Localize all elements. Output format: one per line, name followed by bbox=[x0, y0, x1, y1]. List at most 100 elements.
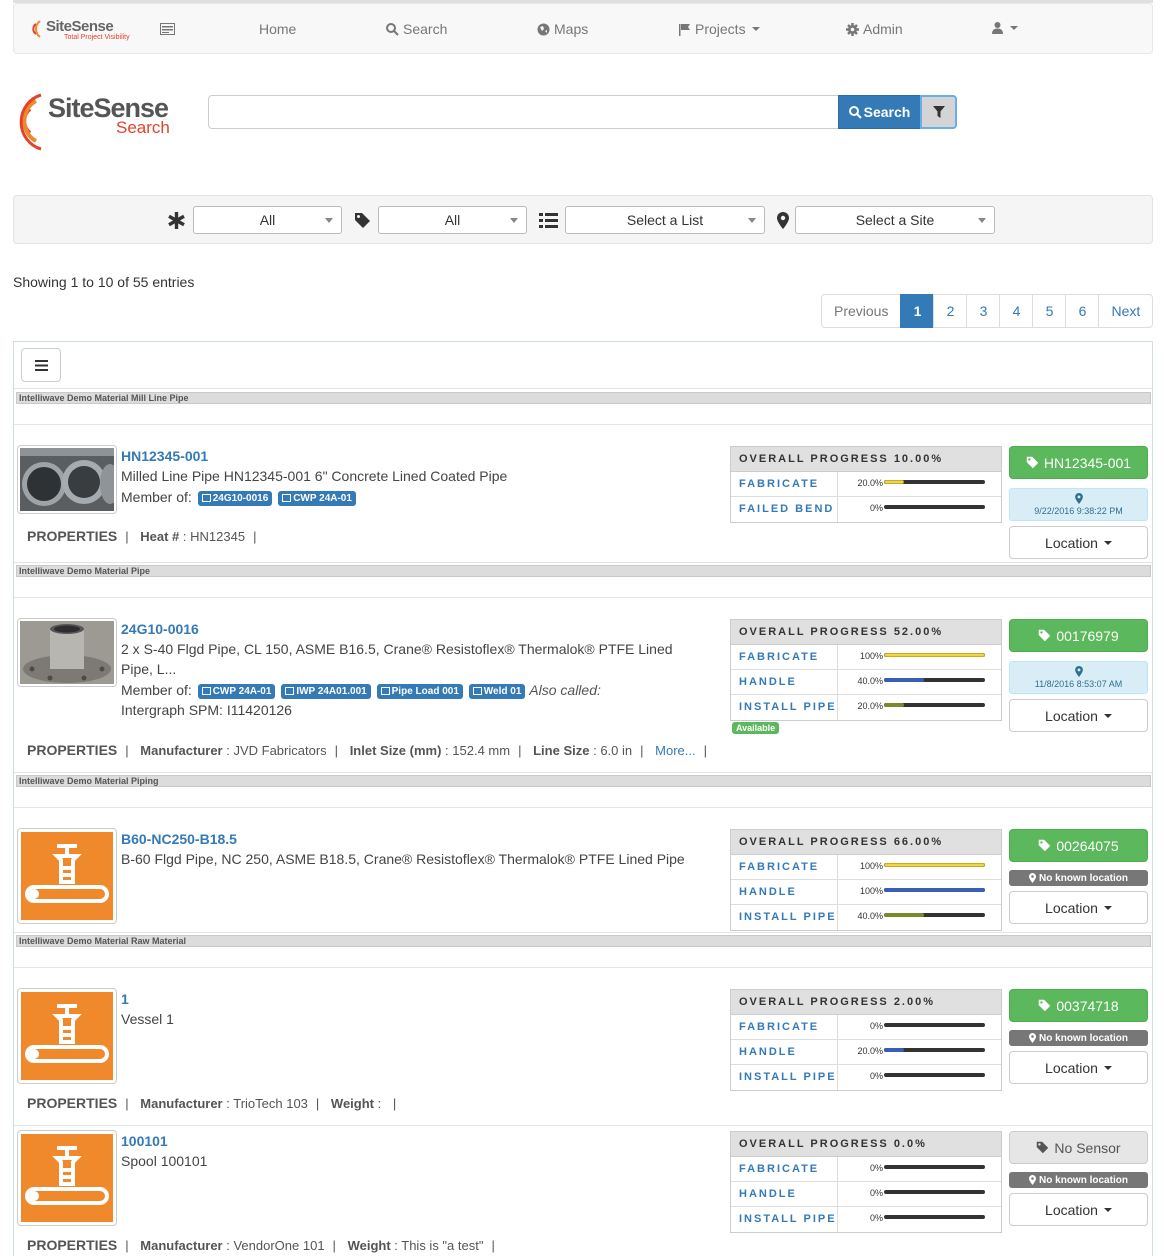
item-thumbnail[interactable] bbox=[17, 445, 120, 514]
list-filter-value: Select a List bbox=[626, 212, 704, 228]
tag-icon bbox=[1026, 456, 1039, 469]
properties-line: PROPERTIES | Manufacturer : VendorOne 101… bbox=[27, 1237, 495, 1253]
group-header: Intelliwave Demo Material Piping bbox=[16, 775, 1151, 787]
membership-tag[interactable]: CWP 24A-01 bbox=[197, 684, 276, 699]
filter-bar: All All Select a List Select a Site bbox=[13, 195, 1153, 244]
item-id-link[interactable]: 1 bbox=[121, 991, 129, 1007]
nav-maps[interactable]: Maps bbox=[537, 21, 588, 37]
membership-tag[interactable]: Weld 01 bbox=[468, 684, 526, 699]
tag-filter-select[interactable]: All bbox=[378, 206, 527, 234]
sensor-tag-button[interactable]: 00176979 bbox=[1009, 619, 1148, 652]
item-thumbnail[interactable] bbox=[17, 988, 117, 1084]
page-6[interactable]: 6 bbox=[1065, 294, 1100, 328]
search-input[interactable] bbox=[208, 95, 839, 129]
valve-icon bbox=[21, 992, 113, 1080]
nav-user-menu[interactable] bbox=[991, 21, 1018, 34]
page-previous[interactable]: Previous bbox=[821, 294, 902, 328]
location-button-label: Location bbox=[1045, 899, 1098, 916]
location-dropdown-button[interactable]: Location bbox=[1009, 891, 1148, 924]
navbar-logo[interactable]: SiteSense Total Project Visibility bbox=[32, 17, 142, 43]
location-dropdown-button[interactable]: Location bbox=[1009, 1193, 1148, 1226]
list-filter-select[interactable]: Select a List bbox=[565, 206, 765, 234]
location-dropdown-button[interactable]: Location bbox=[1009, 699, 1148, 732]
membership-tag[interactable]: Pipe Load 001 bbox=[376, 684, 463, 699]
chevron-down-icon bbox=[1010, 25, 1018, 30]
search-button-label: Search bbox=[863, 104, 911, 120]
item-id-link[interactable]: 100101 bbox=[121, 1133, 168, 1149]
row-divider bbox=[14, 772, 1152, 773]
item-thumbnail[interactable] bbox=[17, 618, 117, 687]
chevron-down-icon bbox=[510, 218, 518, 223]
progress-fill bbox=[884, 863, 985, 867]
last-location-info[interactable]: 11/8/2016 8:53:07 AM bbox=[1009, 661, 1148, 694]
properties-label: PROPERTIES bbox=[27, 742, 118, 758]
membership-tag-label: Pipe Load 001 bbox=[391, 686, 459, 697]
site-filter-select[interactable]: Select a Site bbox=[795, 206, 995, 234]
membership-tag-label: 24G10-0016 bbox=[212, 493, 269, 504]
progress-row: INSTALL PIPE 0% bbox=[731, 1207, 1001, 1232]
progress-step-value: 0% bbox=[869, 1021, 883, 1031]
location-dropdown-button[interactable]: Location bbox=[1009, 526, 1148, 559]
group-header: Intelliwave Demo Material Mill Line Pipe bbox=[16, 392, 1151, 404]
nav-projects[interactable]: Projects bbox=[678, 21, 760, 37]
chevron-down-icon bbox=[1103, 1207, 1112, 1212]
map-marker-icon bbox=[1029, 1033, 1037, 1043]
progress-bar bbox=[884, 888, 985, 892]
page-4[interactable]: 4 bbox=[999, 294, 1034, 328]
nav-admin[interactable]: Admin bbox=[846, 21, 903, 37]
map-marker-icon bbox=[1074, 493, 1083, 504]
more-properties-link[interactable]: More... bbox=[655, 743, 695, 758]
membership-tag-label: IWP 24A01.001 bbox=[296, 686, 367, 697]
page-2[interactable]: 2 bbox=[933, 294, 968, 328]
row-divider bbox=[14, 1125, 1152, 1126]
row-divider bbox=[14, 562, 1152, 563]
sensor-tag-button[interactable]: 00374718 bbox=[1009, 989, 1148, 1022]
filter-toggle-button[interactable] bbox=[920, 95, 957, 129]
nav-home[interactable]: Home bbox=[259, 21, 296, 37]
progress-bar bbox=[884, 863, 985, 867]
tag-icon bbox=[1039, 999, 1051, 1012]
progress-step-value: 40.0% bbox=[857, 676, 883, 686]
item-id-link[interactable]: HN12345-001 bbox=[121, 448, 208, 464]
page-5[interactable]: 5 bbox=[1032, 294, 1067, 328]
member-of-line: Member of: 24G10-0016 CWP 24A-01 bbox=[121, 487, 711, 507]
page-3[interactable]: 3 bbox=[966, 294, 1001, 328]
progress-row: FABRICATE 100% bbox=[731, 855, 1001, 880]
membership-tag[interactable]: CWP 24A-01 bbox=[278, 491, 356, 506]
progress-bar bbox=[884, 505, 985, 509]
item-description: Vessel 1 bbox=[121, 1011, 174, 1027]
progress-bar bbox=[884, 1048, 985, 1052]
overall-progress: OVERALL PROGRESS 52.00% bbox=[731, 620, 1001, 645]
item-thumbnail[interactable] bbox=[17, 1130, 117, 1226]
item-thumbnail[interactable] bbox=[17, 828, 117, 924]
no-sensor-button[interactable]: No Sensor bbox=[1009, 1131, 1148, 1164]
page-next[interactable]: Next bbox=[1098, 294, 1154, 328]
progress-step-name: FABRICATE bbox=[731, 472, 838, 497]
last-location-info[interactable]: 9/22/2016 9:38:22 PM bbox=[1009, 488, 1148, 521]
nav-search[interactable]: Search bbox=[386, 21, 447, 37]
membership-tag[interactable]: 24G10-0016 bbox=[197, 491, 273, 506]
sensor-tag-button[interactable]: 00264075 bbox=[1009, 829, 1148, 862]
progress-step-name: HANDLE bbox=[731, 670, 838, 695]
item-description: Milled Line Pipe HN12345-001 6" Concrete… bbox=[121, 468, 508, 484]
column-menu-button[interactable] bbox=[21, 348, 61, 382]
page-1[interactable]: 1 bbox=[900, 294, 935, 328]
item-id-link[interactable]: B60-NC250-B18.5 bbox=[121, 831, 237, 847]
membership-tag-label: CWP 24A-01 bbox=[212, 686, 272, 697]
progress-fill bbox=[884, 653, 985, 657]
location-button-label: Location bbox=[1045, 534, 1098, 551]
member-of-label: Member of: bbox=[121, 682, 192, 698]
status-filter-select[interactable]: All bbox=[193, 206, 342, 234]
nav-projects-label: Projects bbox=[695, 21, 746, 37]
item-id-link[interactable]: 24G10-0016 bbox=[121, 621, 199, 637]
valve-icon bbox=[21, 832, 113, 920]
nav-search-label: Search bbox=[403, 21, 448, 37]
item-description: B-60 Flgd Pipe, NC 250, ASME B18.5, Cran… bbox=[121, 851, 685, 867]
sensor-tag-button[interactable]: HN12345-001 bbox=[1009, 446, 1148, 479]
membership-tag[interactable]: IWP 24A01.001 bbox=[281, 684, 371, 699]
search-button[interactable]: Search bbox=[838, 95, 921, 129]
progress-step-name: HANDLE bbox=[731, 1182, 838, 1207]
progress-table: OVERALL PROGRESS 10.00% FABRICATE 20.0% F… bbox=[730, 446, 1002, 523]
location-dropdown-button[interactable]: Location bbox=[1009, 1051, 1148, 1084]
card-toggle-icon[interactable] bbox=[160, 22, 176, 35]
